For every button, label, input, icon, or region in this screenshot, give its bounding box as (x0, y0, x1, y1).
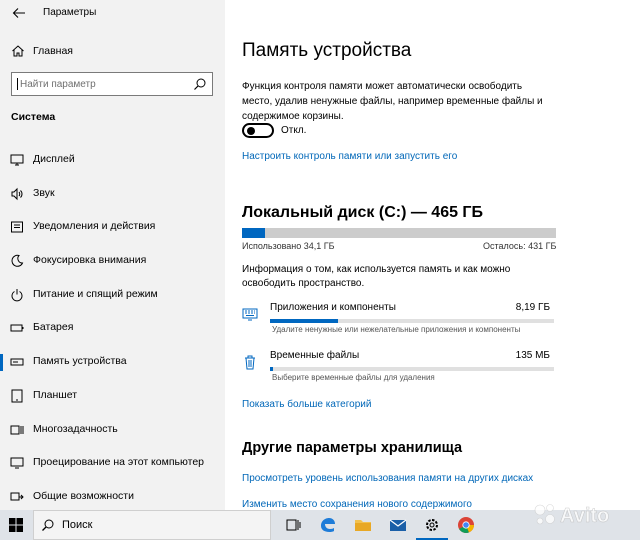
usage-info-text: Информация о том, как используется памят… (242, 264, 511, 289)
sidebar-item-display[interactable]: Дисплей (0, 144, 225, 178)
text-cursor (17, 78, 18, 90)
sidebar-item-notifications[interactable]: Уведомления и действия (0, 211, 225, 245)
sidebar-item-tablet[interactable]: Планшет (0, 380, 225, 414)
toggle-state-label: Откл. (281, 125, 307, 136)
disk-title: Локальный диск (C:) — 465 ГБ (242, 204, 483, 221)
sidebar-item-sound[interactable]: Звук (0, 178, 225, 212)
speaker-icon (11, 187, 23, 200)
settings-taskbar-button[interactable] (416, 515, 448, 540)
search-icon[interactable] (193, 77, 207, 91)
sidebar-item-label: Звук (33, 186, 55, 199)
sidebar-item-battery[interactable]: Батарея (0, 312, 225, 346)
file-explorer-icon[interactable] (353, 515, 373, 535)
mail-icon[interactable] (388, 515, 408, 535)
shared-icon (10, 492, 24, 501)
settings-search-box[interactable] (11, 72, 213, 96)
sidebar-nav: Дисплей Звук Уведомления и действия Фоку… (0, 144, 225, 515)
home-icon (12, 45, 24, 57)
back-arrow-icon[interactable] (12, 6, 26, 20)
show-more-categories-link[interactable]: Показать больше категорий (242, 399, 371, 410)
storage-icon (10, 358, 24, 366)
sidebar-item-label: Память устройства (33, 355, 127, 368)
configure-storage-sense-link[interactable]: Настроить контроль памяти или запустить … (242, 151, 457, 162)
multitask-icon (10, 425, 24, 434)
settings-sidebar: Параметры Главная Система Дисплей Звук У… (0, 0, 225, 510)
category-size: 8,19 ГБ (515, 302, 550, 313)
settings-icon (426, 519, 438, 531)
sidebar-item-multitasking[interactable]: Многозадачность (0, 414, 225, 448)
sidebar-item-label: Дисплей (33, 153, 75, 165)
taskbar-search-box[interactable]: Поиск (33, 510, 271, 540)
edge-icon[interactable] (318, 515, 338, 535)
sidebar-item-label: Фокусировка внимания (33, 254, 147, 267)
toggle-knob (247, 127, 255, 135)
change-save-location-link[interactable]: Изменить место сохранения нового содержи… (242, 499, 472, 510)
disk-usage-bar (242, 228, 556, 238)
sidebar-item-label: Проецирование на этот компьютер (33, 456, 204, 469)
storage-sense-description: Функция контроля памяти может автоматиче… (242, 81, 543, 122)
windows-start-icon[interactable] (9, 518, 23, 532)
disk-usage-fill (242, 228, 265, 238)
settings-search-input[interactable] (20, 76, 190, 92)
sidebar-item-label: Уведомления и действия (33, 220, 156, 233)
category-name: Временные файлы (270, 350, 360, 361)
moon-icon (11, 254, 24, 267)
taskbar-search-label: Поиск (62, 519, 93, 531)
sidebar-item-label: Планшет (33, 388, 78, 401)
notification-icon (11, 221, 23, 233)
title-bar: Параметры (0, 0, 225, 26)
app-title: Параметры (43, 7, 97, 18)
home-label: Главная (33, 45, 73, 57)
sidebar-item-label: Батарея (33, 321, 74, 334)
category-usage-fill (270, 319, 339, 323)
view-other-drives-link[interactable]: Просмотреть уровень использования памяти… (242, 473, 533, 484)
category-apps[interactable]: Приложения и компоненты 8,19 ГБ Удалите … (242, 302, 556, 342)
sidebar-item-label: Многозадачность (33, 422, 118, 435)
sidebar-item-label: Питание и спящий режим (33, 287, 158, 300)
power-icon (11, 288, 23, 302)
category-temp-files[interactable]: Временные файлы 135 МБ Выберите временны… (242, 350, 556, 390)
task-view-icon[interactable] (283, 515, 303, 535)
battery-icon (10, 324, 24, 332)
sidebar-item-storage[interactable]: Память устройства (0, 346, 225, 380)
watermark-text: Avito (560, 505, 609, 527)
other-storage-settings-heading: Другие параметры хранилища (242, 440, 463, 456)
trash-icon (245, 355, 255, 370)
category-usage-fill (270, 367, 273, 371)
category-usage-bar (270, 319, 554, 323)
display-icon (10, 154, 24, 166)
disk-free-label: Осталось: 431 ГБ (483, 241, 557, 251)
sidebar-item-focus-assist[interactable]: Фокусировка внимания (0, 245, 225, 279)
category-name: Приложения и компоненты (270, 302, 396, 313)
avito-watermark-logo: Avito (534, 504, 610, 527)
project-icon (10, 457, 24, 469)
category-description: Выберите временные файлы для удаления (272, 373, 435, 382)
search-icon (42, 519, 54, 531)
sidebar-item-power[interactable]: Питание и спящий режим (0, 279, 225, 313)
storage-settings-page: Память устройства Функция контроля памят… (225, 0, 640, 510)
home-nav-item[interactable]: Главная (0, 40, 225, 62)
category-size: 135 МБ (515, 350, 550, 361)
apps-icon (242, 308, 258, 321)
tablet-icon (11, 389, 23, 403)
active-indicator (0, 354, 3, 372)
category-description: Удалите ненужные или нежелательные прило… (272, 325, 521, 334)
category-usage-bar (270, 367, 554, 371)
sidebar-item-label: Общие возможности (33, 489, 134, 502)
sidebar-item-projecting[interactable]: Проецирование на этот компьютер (0, 447, 225, 481)
sidebar-section-label: Система (11, 111, 56, 123)
chrome-icon[interactable] (456, 515, 476, 535)
page-title: Память устройства (242, 40, 412, 61)
storage-sense-toggle[interactable] (242, 123, 274, 138)
disk-used-label: Использовано 34,1 ГБ (242, 241, 335, 251)
